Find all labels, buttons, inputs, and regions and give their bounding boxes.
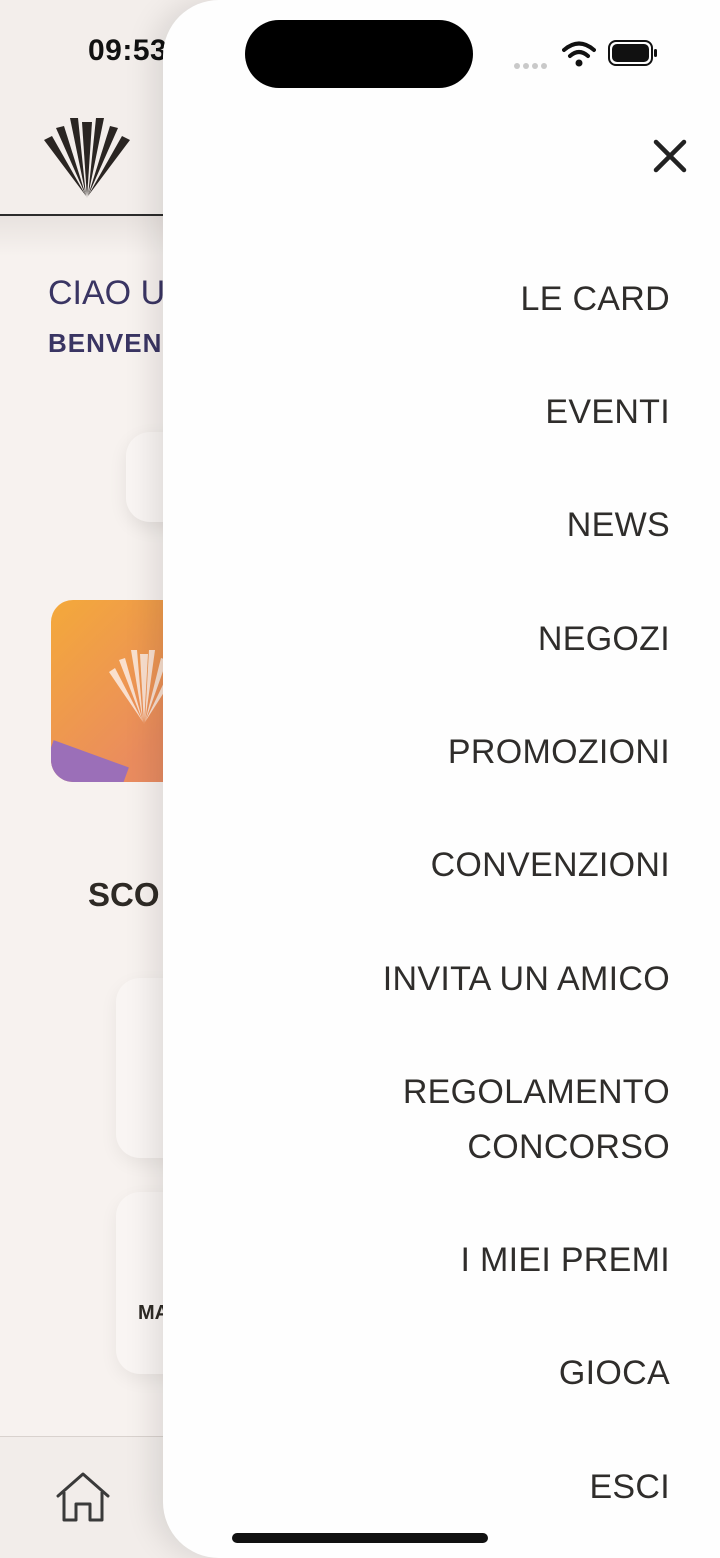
menu-item-negozi[interactable]: NEGOZI [150, 612, 670, 667]
brand-logo-icon [44, 118, 130, 198]
home-indicator[interactable] [232, 1533, 488, 1543]
menu-item-regolamento-concorso[interactable]: REGOLAMENTO CONCORSO [150, 1065, 670, 1175]
home-icon[interactable] [54, 1470, 112, 1524]
welcome-text: BENVEN [48, 328, 163, 358]
menu-item-eventi[interactable]: EVENTI [150, 385, 670, 440]
menu-item-promozioni[interactable]: PROMOZIONI [150, 725, 670, 780]
menu-item-gioca[interactable]: GIOCA [150, 1346, 670, 1401]
dynamic-island [245, 20, 473, 88]
greeting-text: CIAO U [48, 274, 166, 312]
close-icon[interactable] [652, 138, 688, 174]
status-time: 09:53 [88, 34, 168, 67]
menu-item-le-card[interactable]: LE CARD [150, 272, 670, 327]
wifi-icon [562, 41, 596, 67]
menu-item-esci[interactable]: ESCI [150, 1460, 670, 1515]
menu-item-i-miei-premi[interactable]: I MIEI PREMI [150, 1233, 670, 1288]
section-title: SCO [88, 876, 160, 913]
promo-corner-decoration [51, 740, 129, 782]
battery-icon [608, 40, 657, 66]
cellular-signal-icon [514, 56, 552, 69]
menu-item-regolamento-line2: CONCORSO [467, 1128, 670, 1166]
menu-item-regolamento-line1: REGOLAMENTO [402, 1073, 670, 1111]
menu-item-news[interactable]: NEWS [150, 498, 670, 553]
menu-item-convenzioni[interactable]: CONVENZIONI [150, 838, 670, 893]
menu-item-invita-un-amico[interactable]: INVITA UN AMICO [150, 952, 670, 1007]
